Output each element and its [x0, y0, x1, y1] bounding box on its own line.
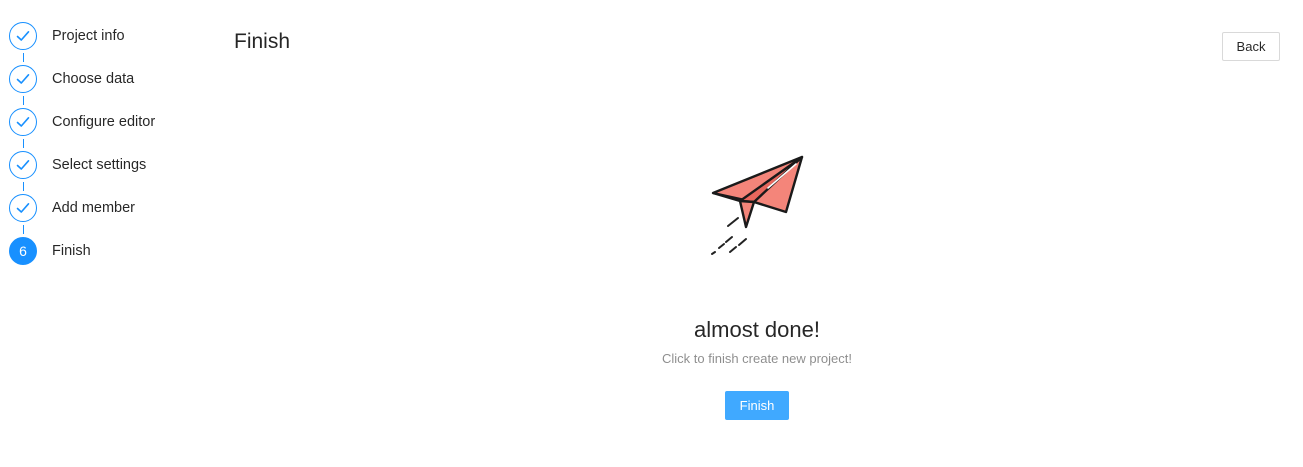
- step-label: Project info: [52, 27, 125, 44]
- step-project-info[interactable]: Project info: [9, 14, 209, 62]
- step-choose-data[interactable]: Choose data: [9, 57, 209, 105]
- back-button[interactable]: Back: [1222, 32, 1280, 61]
- step-finish[interactable]: 6 Finish: [9, 229, 209, 272]
- step-select-settings[interactable]: Select settings: [9, 143, 209, 191]
- step-label: Configure editor: [52, 113, 156, 130]
- step-configure-editor[interactable]: Configure editor: [9, 100, 209, 148]
- check-icon: [9, 150, 37, 179]
- paper-plane-icon: [711, 155, 804, 255]
- page-title: Finish: [234, 30, 291, 53]
- result-subtitle: Click to finish create new project!: [661, 351, 853, 366]
- check-icon: [9, 107, 37, 136]
- step-label: Finish: [52, 242, 91, 259]
- step-label: Choose data: [52, 70, 135, 87]
- finish-button[interactable]: Finish: [725, 391, 789, 420]
- step-label: Select settings: [52, 156, 147, 173]
- step-number-badge: 6: [9, 236, 37, 265]
- wizard-steps: Project info Choose data Configure edito…: [9, 14, 209, 272]
- check-icon: [9, 64, 37, 93]
- create-project-wizard: Project info Choose data Configure edito…: [0, 0, 1303, 467]
- step-add-member[interactable]: Add member: [9, 186, 209, 234]
- check-icon: [9, 193, 37, 222]
- step-label: Add member: [52, 199, 136, 216]
- result-title: almost done!: [694, 317, 820, 342]
- check-icon: [9, 21, 37, 50]
